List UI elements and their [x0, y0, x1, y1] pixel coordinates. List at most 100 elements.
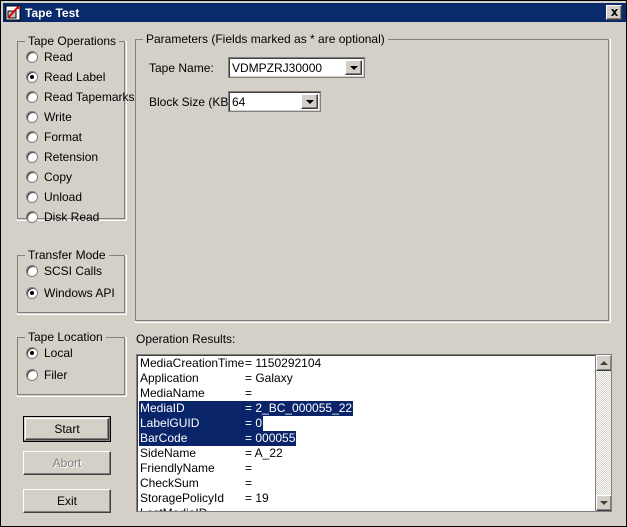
result-row-text: BarCode= 000055	[139, 431, 296, 446]
abort-button[interactable]: Abort	[23, 451, 111, 475]
result-value: =	[245, 506, 252, 511]
radio-indicator	[26, 91, 38, 103]
result-key: MediaID	[140, 401, 245, 416]
block-size-combo[interactable]: 64	[228, 91, 321, 112]
result-row-text: LastMediaID=	[139, 506, 253, 511]
scroll-down-icon[interactable]	[596, 495, 612, 511]
tape-name-value: VDMPZRJ30000	[229, 58, 345, 77]
result-row[interactable]: MediaID= 2_BC_000055_22	[137, 401, 595, 416]
radio-label: Unload	[44, 190, 82, 204]
radio-format[interactable]: Format	[26, 129, 82, 145]
exit-button[interactable]: Exit	[23, 489, 111, 513]
result-value: = 2_BC_000055_22	[245, 401, 352, 415]
result-value: =	[245, 461, 252, 475]
parameters-legend: Parameters (Fields marked as * are optio…	[143, 33, 388, 46]
result-row[interactable]: LabelGUID= 0	[137, 416, 595, 431]
transfer-mode-group: Transfer Mode SCSI Calls Windows API	[17, 249, 127, 315]
results-scrollbar[interactable]	[595, 355, 611, 511]
result-value: = A_22	[245, 446, 283, 460]
result-key: StoragePolicyId	[140, 491, 245, 506]
result-row[interactable]: MediaName=	[137, 386, 595, 401]
result-row-text: SideName= A_22	[139, 446, 284, 461]
tape-name-combo[interactable]: VDMPZRJ30000	[228, 57, 365, 78]
radio-read[interactable]: Read	[26, 49, 73, 65]
result-key: BarCode	[140, 431, 245, 446]
arrow-glyph	[306, 100, 314, 104]
tape-test-window: Tape Test Tape Operations Read Read Labe…	[0, 0, 627, 527]
result-row-text: MediaName=	[139, 386, 253, 401]
result-row[interactable]: MediaCreationTime= 1150292104	[137, 356, 595, 371]
result-row-text: Application= Galaxy	[139, 371, 294, 386]
chevron-down-icon[interactable]	[301, 94, 318, 109]
radio-indicator	[26, 71, 38, 83]
radio-read-label[interactable]: Read Label	[26, 69, 105, 85]
result-key: SideName	[140, 446, 245, 461]
close-icon[interactable]	[606, 5, 622, 20]
radio-indicator	[26, 265, 38, 277]
result-row-text: FriendlyName=	[139, 461, 253, 476]
radio-retension[interactable]: Retension	[26, 149, 98, 165]
radio-label: Filer	[44, 368, 67, 382]
arrow-glyph	[600, 501, 608, 505]
radio-indicator	[26, 131, 38, 143]
radio-copy[interactable]: Copy	[26, 169, 72, 185]
radio-indicator	[26, 287, 38, 299]
operation-results-label: Operation Results:	[136, 332, 235, 346]
radio-indicator	[26, 347, 38, 359]
result-value: = 19	[245, 491, 269, 505]
result-row[interactable]: SideName= A_22	[137, 446, 595, 461]
result-key: FriendlyName	[140, 461, 245, 476]
radio-windows-api[interactable]: Windows API	[26, 285, 115, 301]
result-value: = Galaxy	[245, 371, 293, 385]
result-row-text: StoragePolicyId= 19	[139, 491, 270, 506]
result-row[interactable]: CheckSum=	[137, 476, 595, 491]
result-row[interactable]: Application= Galaxy	[137, 371, 595, 386]
radio-indicator	[26, 51, 38, 63]
result-row[interactable]: StoragePolicyId= 19	[137, 491, 595, 506]
radio-label: Copy	[44, 170, 72, 184]
results-rows[interactable]: MediaCreationTime= 1150292104Application…	[137, 355, 595, 511]
parameters-group: Parameters (Fields marked as * are optio…	[135, 33, 611, 323]
radio-label: Local	[44, 346, 73, 360]
result-row[interactable]: LastMediaID=	[137, 506, 595, 511]
arrow-glyph	[600, 361, 608, 365]
result-row-text: MediaCreationTime= 1150292104	[139, 356, 322, 371]
radio-indicator	[26, 191, 38, 203]
abort-button-label: Abort	[53, 456, 82, 470]
window-title: Tape Test	[25, 6, 79, 20]
result-key: LastMediaID	[140, 506, 245, 511]
result-row[interactable]: FriendlyName=	[137, 461, 595, 476]
result-value: =	[245, 476, 252, 490]
radio-label: Read	[44, 50, 73, 64]
transfer-mode-body: SCSI Calls Windows API	[17, 255, 127, 315]
start-button[interactable]: Start	[23, 416, 111, 442]
result-key: MediaCreationTime	[140, 356, 245, 371]
chevron-down-icon[interactable]	[345, 60, 362, 75]
title-bar[interactable]: Tape Test	[3, 3, 626, 22]
operation-results-list[interactable]: MediaCreationTime= 1150292104Application…	[136, 354, 612, 512]
result-value: = 0	[245, 416, 262, 430]
radio-label: Windows API	[44, 286, 115, 300]
radio-indicator	[26, 151, 38, 163]
scroll-up-icon[interactable]	[596, 355, 612, 371]
radio-label: Format	[44, 130, 82, 144]
radio-local[interactable]: Local	[26, 345, 73, 361]
radio-write[interactable]: Write	[26, 109, 72, 125]
result-key: MediaName	[140, 386, 245, 401]
tape-operations-legend: Tape Operations	[25, 35, 119, 48]
radio-filer[interactable]: Filer	[26, 367, 67, 383]
tape-operations-body: Read Read Label Read Tapemarks Write For…	[17, 41, 127, 221]
radio-label: Retension	[44, 150, 98, 164]
exit-button-label: Exit	[57, 494, 77, 508]
result-key: Application	[140, 371, 245, 386]
result-row[interactable]: BarCode= 000055	[137, 431, 595, 446]
result-value: = 000055	[245, 431, 295, 445]
block-size-value: 64	[229, 92, 301, 111]
radio-unload[interactable]: Unload	[26, 189, 82, 205]
tape-location-body: Local Filer	[17, 337, 127, 397]
radio-scsi-calls[interactable]: SCSI Calls	[26, 263, 102, 279]
start-button-label: Start	[54, 422, 79, 436]
radio-disk-read[interactable]: Disk Read	[26, 209, 99, 225]
radio-read-tapemarks[interactable]: Read Tapemarks	[26, 89, 135, 105]
tape-location-group: Tape Location Local Filer	[17, 331, 127, 397]
